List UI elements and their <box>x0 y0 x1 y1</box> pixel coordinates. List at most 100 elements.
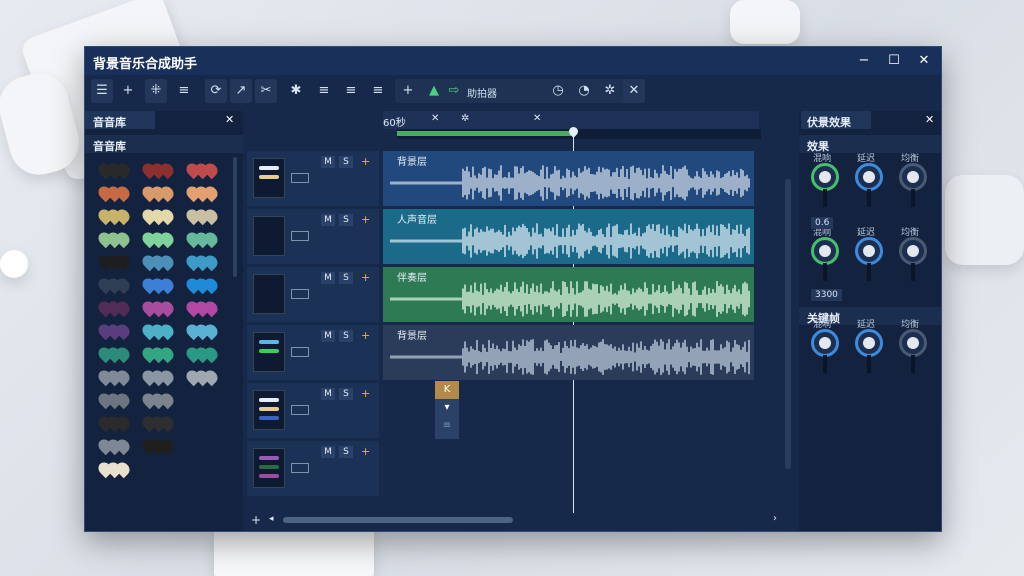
knob-label: 延迟 <box>857 154 876 164</box>
timeline-icon-1[interactable]: ✕ <box>431 113 439 124</box>
progress-fill <box>397 131 573 136</box>
arrow-icon[interactable]: ⇨ <box>443 79 465 103</box>
track-fader[interactable] <box>291 173 309 183</box>
add-effect-icon[interactable]: + <box>361 271 370 284</box>
track-color-bar <box>259 416 279 420</box>
track-header[interactable]: M S + <box>247 441 379 496</box>
sound-library-panel: 音音库 ✕ 音音库 <box>85 111 243 531</box>
record-icon[interactable]: ▲ <box>423 79 445 103</box>
solo-button[interactable]: S <box>339 330 353 342</box>
mute-button[interactable]: M <box>321 156 335 168</box>
solo-button[interactable]: S <box>339 272 353 284</box>
popup-item-3[interactable]: ≡ <box>435 417 459 435</box>
track-header[interactable]: M S + <box>247 209 379 264</box>
align-right-icon[interactable]: ≡ <box>367 79 389 103</box>
knob-cap <box>907 337 919 349</box>
library-tab[interactable]: 音音库 <box>85 111 155 129</box>
knob-cap <box>863 171 875 183</box>
close-icon[interactable]: ✕ <box>623 79 645 103</box>
track-fader[interactable] <box>291 347 309 357</box>
solo-button[interactable]: S <box>339 214 353 226</box>
knob-stem <box>867 355 871 373</box>
knob-cap <box>819 245 831 257</box>
align-left-icon[interactable]: ≡ <box>313 79 335 103</box>
mute-button[interactable]: M <box>321 214 335 226</box>
popup-item-1[interactable]: K <box>435 381 459 399</box>
library-tab-label: 音音库 <box>93 116 126 129</box>
knob-label: 均衡 <box>901 320 920 330</box>
zoom-icon[interactable]: ◂ <box>269 514 274 524</box>
timer-icon[interactable]: ◔ <box>573 79 595 103</box>
knob-label: 延迟 <box>857 228 876 238</box>
track-fader[interactable] <box>291 405 309 415</box>
track-lane[interactable]: 人声音层 <box>383 209 754 264</box>
scroll-right-icon[interactable]: › <box>773 513 777 524</box>
track-thumbnail <box>253 332 285 372</box>
mute-button[interactable]: M <box>321 330 335 342</box>
split-icon[interactable]: ⁜ <box>145 79 167 103</box>
mute-button[interactable]: M <box>321 272 335 284</box>
effects-tab-label: 伏景效果 <box>807 116 851 129</box>
knob-cap <box>819 171 831 183</box>
align-center-icon[interactable]: ≡ <box>340 79 362 103</box>
waveform <box>390 223 750 259</box>
effects-tab[interactable]: 伏景效果 <box>801 111 871 129</box>
popup-item-2[interactable]: ▾ <box>435 399 459 417</box>
knob-cap <box>907 245 919 257</box>
track-fader[interactable] <box>291 289 309 299</box>
maximize-button[interactable]: ☐ <box>883 51 905 71</box>
add-effect-icon[interactable]: + <box>361 155 370 168</box>
bottom-bar: + ◂ › <box>247 511 795 529</box>
tracks-scrollbar[interactable] <box>785 179 791 469</box>
value-tag-1: 0.6 <box>811 217 834 229</box>
solo-button[interactable]: S <box>339 388 353 400</box>
track-fader[interactable] <box>291 463 309 473</box>
add-effect-icon[interactable]: + <box>361 445 370 458</box>
fx-icon[interactable]: ✱ <box>285 79 307 103</box>
mute-button[interactable]: M <box>321 446 335 458</box>
horizontal-scrollbar[interactable] <box>283 517 513 523</box>
popup-menu: K ▾ ≡ <box>435 381 459 439</box>
minimize-button[interactable]: − <box>853 51 875 71</box>
track-color-bar <box>259 340 279 344</box>
plus-icon[interactable]: + <box>117 79 139 103</box>
cursor-icon[interactable]: ↗ <box>230 79 252 103</box>
track-thumbnail <box>253 158 285 198</box>
timeline-icon-2[interactable]: ✲ <box>461 113 469 124</box>
library-scrollbar[interactable] <box>233 157 237 277</box>
add-track-icon[interactable]: + <box>251 513 261 527</box>
track-lane[interactable]: 背景层 <box>383 325 754 380</box>
track-header[interactable]: M S + <box>247 383 379 438</box>
list-icon[interactable]: ☰ <box>91 79 113 103</box>
device-deco <box>945 175 1024 265</box>
loop-icon[interactable]: ⟳ <box>205 79 227 103</box>
solo-button[interactable]: S <box>339 156 353 168</box>
add-effect-icon[interactable]: + <box>361 387 370 400</box>
clock-icon[interactable]: ◷ <box>547 79 569 103</box>
close-button[interactable]: ✕ <box>913 51 935 71</box>
track-lane[interactable]: 背景层 <box>383 151 754 206</box>
track-header[interactable]: M S + <box>247 325 379 380</box>
track-fader[interactable] <box>291 231 309 241</box>
effects-close-icon[interactable]: ✕ <box>925 113 934 126</box>
menu-icon[interactable]: ≡ <box>173 79 195 103</box>
knob-stem <box>823 355 827 373</box>
mute-button[interactable]: M <box>321 388 335 400</box>
cut-icon[interactable]: ✂ <box>255 79 277 103</box>
settings-icon[interactable]: ✲ <box>599 79 621 103</box>
add-effect-icon[interactable]: + <box>361 329 370 342</box>
key-deco <box>730 0 800 44</box>
add-icon[interactable]: + <box>397 79 419 103</box>
add-effect-icon[interactable]: + <box>361 213 370 226</box>
knob-label: 均衡 <box>901 228 920 238</box>
timeline-ruler[interactable] <box>397 129 761 139</box>
timeline-icon-3[interactable]: ✕ <box>533 113 541 124</box>
library-close-icon[interactable]: ✕ <box>225 113 234 126</box>
knob-label: 延迟 <box>857 320 876 330</box>
waveform <box>390 165 750 201</box>
solo-button[interactable]: S <box>339 446 353 458</box>
track-lane[interactable]: 伴奏层 <box>383 267 754 322</box>
metronome-label[interactable]: 助拍器 <box>467 85 497 100</box>
track-header[interactable]: M S + <box>247 267 379 322</box>
track-header[interactable]: M S + <box>247 151 379 206</box>
